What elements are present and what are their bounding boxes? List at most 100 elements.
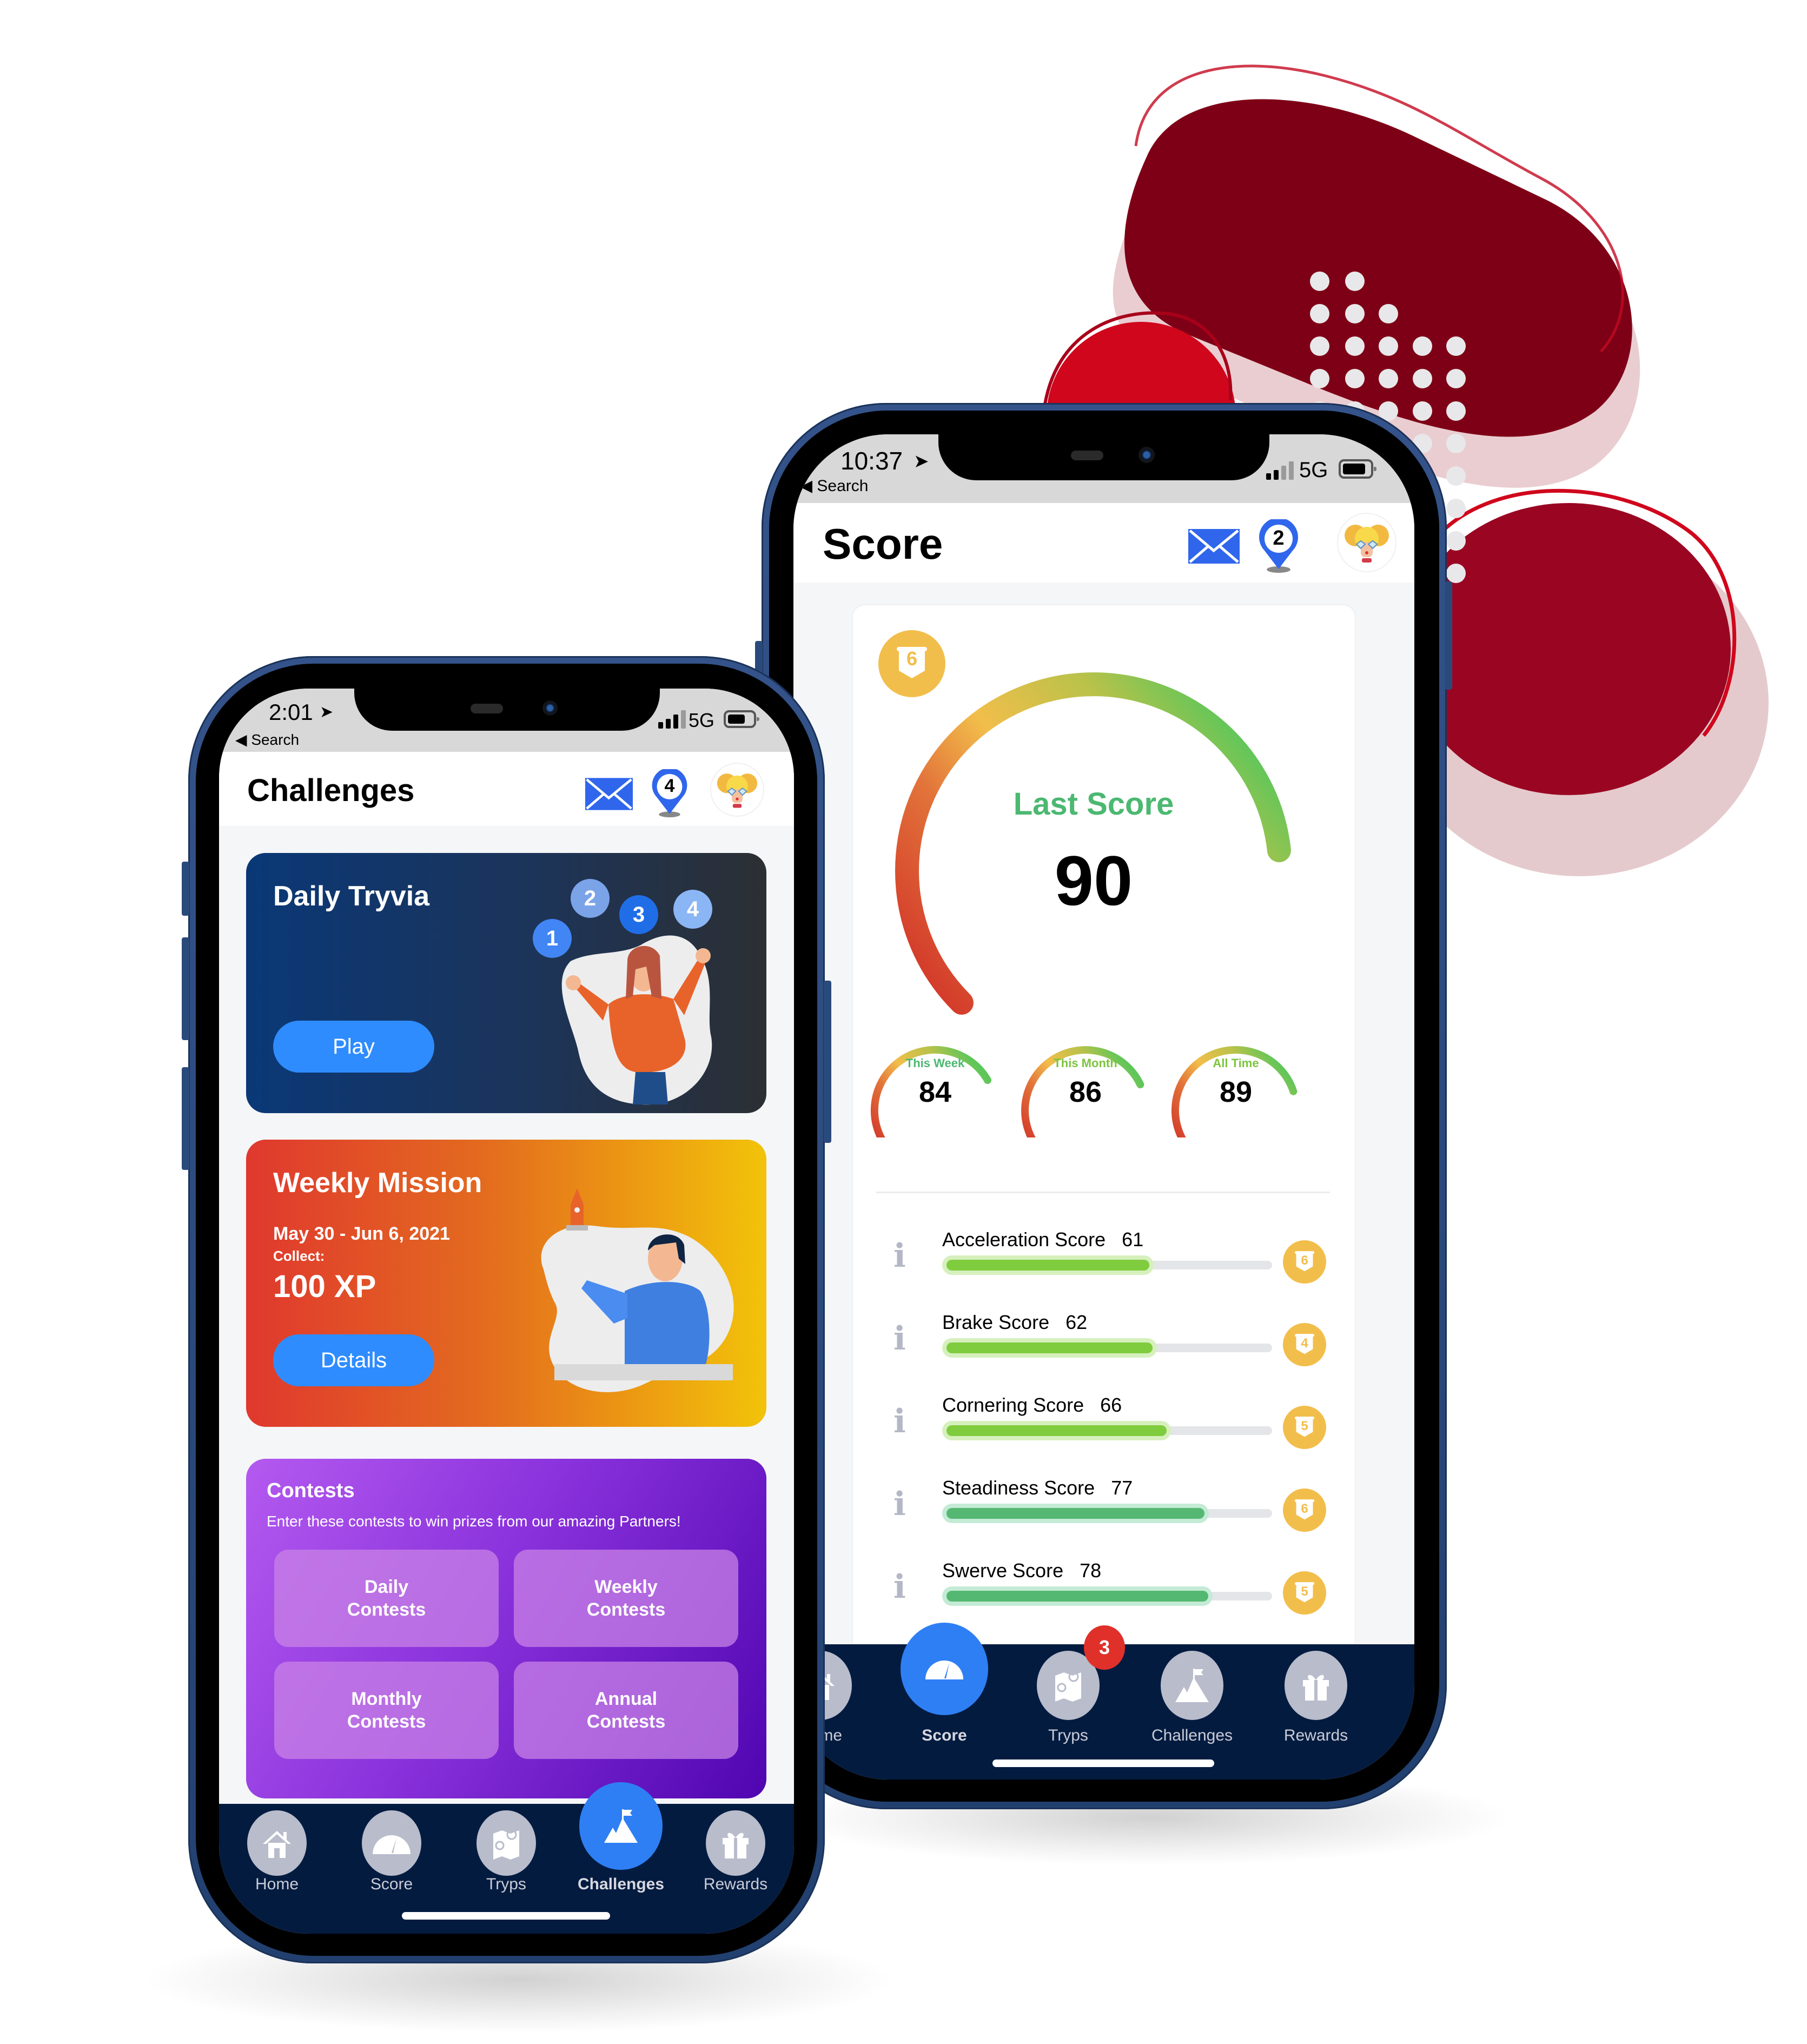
map-icon [476,1810,536,1876]
progress-fill [946,1260,1149,1271]
period-value: 89 [1219,1076,1253,1108]
tab-label: Tryps [1048,1727,1088,1744]
sub-score-name: Cornering Score [942,1394,1084,1416]
decor-dot [1310,272,1329,291]
daily-tryvia-card[interactable]: Daily Tryvia Play 1234 [246,853,766,1113]
decor-dot [1413,336,1432,356]
sub-score-row: i Brake Score 62 4 [793,1307,1414,1377]
sub-score-label: Brake Score 62 [942,1311,1087,1334]
tab-home[interactable]: Home [219,1804,336,1934]
level-value: 5 [1301,1584,1308,1599]
sub-score-name: Acceleration Score [942,1228,1106,1251]
notifications-pin-icon[interactable]: 4 [650,768,689,818]
decor-dot [1345,336,1365,356]
decor-dot [1379,304,1398,323]
decor-dot [1446,336,1466,356]
annual-contests-button[interactable]: Annual Contests [514,1662,738,1759]
trivia-bubble: 4 [673,890,712,929]
side-button [182,937,189,1040]
progress-fill [946,1508,1204,1519]
level-value: 5 [1301,1419,1308,1433]
avatar[interactable] [710,763,764,817]
home-indicator [992,1759,1214,1767]
tab-rewards[interactable]: Rewards [676,1804,794,1934]
tab-challenges[interactable]: Challenges [1133,1644,1252,1774]
info-icon[interactable]: i [893,1485,906,1523]
info-icon[interactable]: i [893,1320,906,1358]
play-button[interactable]: Play [273,1021,434,1073]
trivia-bubble: 3 [619,895,658,934]
progress-fill [946,1591,1208,1602]
info-icon[interactable]: i [893,1568,906,1606]
period-label: All Time [1213,1056,1259,1070]
mountain-flag-icon [579,1782,663,1870]
tab-rewards[interactable]: Rewards [1256,1644,1375,1774]
last-score-label: Last Score [1013,786,1174,822]
level-badge: 6 [1283,1489,1326,1532]
sub-score-value: 77 [1111,1477,1133,1499]
decor-dot [1446,434,1466,453]
level-value: 6 [1301,1501,1308,1516]
info-icon[interactable]: i [893,1237,906,1275]
score-screen: 10:37 ➤ ◀ Search 5G Score 2 6 Last Score… [793,434,1414,1780]
sub-score-value: 66 [1100,1394,1122,1416]
level-badge: 5 [1283,1406,1326,1449]
battery-icon [724,710,759,728]
tab-tryps[interactable]: Tryps 3 [1009,1625,1128,1774]
mail-icon[interactable] [585,778,633,810]
home-indicator [402,1912,610,1920]
info-icon[interactable]: i [893,1403,906,1440]
details-button[interactable]: Details [273,1334,434,1386]
tab-label: Challenges [577,1875,665,1893]
tab-label: Score [922,1727,967,1744]
trivia-bubble: 2 [571,879,610,918]
gift-icon [706,1810,765,1876]
sub-score-label: Steadiness Score 77 [942,1477,1133,1499]
sub-score-label: Acceleration Score 61 [942,1228,1143,1251]
monthly-contests-button[interactable]: Monthly Contests [274,1662,499,1759]
last-score-value: 90 [1054,841,1133,920]
weekly-mission-card[interactable]: Weekly Mission May 30 - Jun 6, 2021 Coll… [246,1140,766,1427]
tryps-badge: 3 [1084,1625,1125,1670]
man-rocket-illustration [541,1188,734,1392]
sub-score-value: 62 [1065,1311,1088,1333]
tab-label: Rewards [1283,1727,1348,1744]
decor-dot [1379,336,1398,356]
level-badge: 5 [1283,1571,1326,1615]
decor-dot [1345,304,1365,323]
contests-title: Contests [267,1479,355,1502]
status-time: 2:01 [269,699,313,725]
daily-contests-button[interactable]: Daily Contests [274,1550,499,1647]
progress-fill [946,1425,1167,1436]
speedometer-icon [362,1810,421,1876]
back-to-search-link[interactable]: ◀ Search [235,731,299,749]
mission-reward: 100 XP [273,1269,376,1304]
tab-label: Home [255,1875,299,1893]
weekly-contests-button[interactable]: Weekly Contests [514,1550,738,1647]
side-button [182,862,189,916]
level-badge: 4 [1283,1323,1326,1366]
decor-dot [1379,369,1398,388]
daily-tryvia-title: Daily Tryvia [273,881,430,912]
gift-icon [1285,1651,1347,1720]
decor-dot [1446,369,1466,388]
collect-label: Collect: [273,1248,325,1264]
sub-score-row: i Swerve Score 78 5 [793,1555,1414,1625]
divider [876,1192,1330,1193]
back-label: Search [251,731,300,748]
tab-score[interactable]: Score [885,1623,1004,1774]
tab-label: Score [370,1875,413,1893]
sub-score-name: Brake Score [942,1311,1050,1333]
decor-dot [1310,369,1329,388]
location-arrow-icon: ➤ [320,703,334,721]
front-camera [542,700,558,716]
trivia-bubble: 1 [533,919,572,958]
contests-card: Contests Enter these contests to win pri… [246,1459,766,1798]
sub-score-value: 61 [1122,1228,1144,1251]
challenges-screen: 2:01 ➤ ◀ Search 5G Challenges 4 Daily Tr… [219,689,794,1934]
pin-count: 4 [664,776,675,796]
period-value: 86 [1069,1076,1102,1108]
app-header: Challenges 4 [219,752,794,826]
page-title: Challenges [247,773,415,808]
side-button [182,1067,189,1170]
